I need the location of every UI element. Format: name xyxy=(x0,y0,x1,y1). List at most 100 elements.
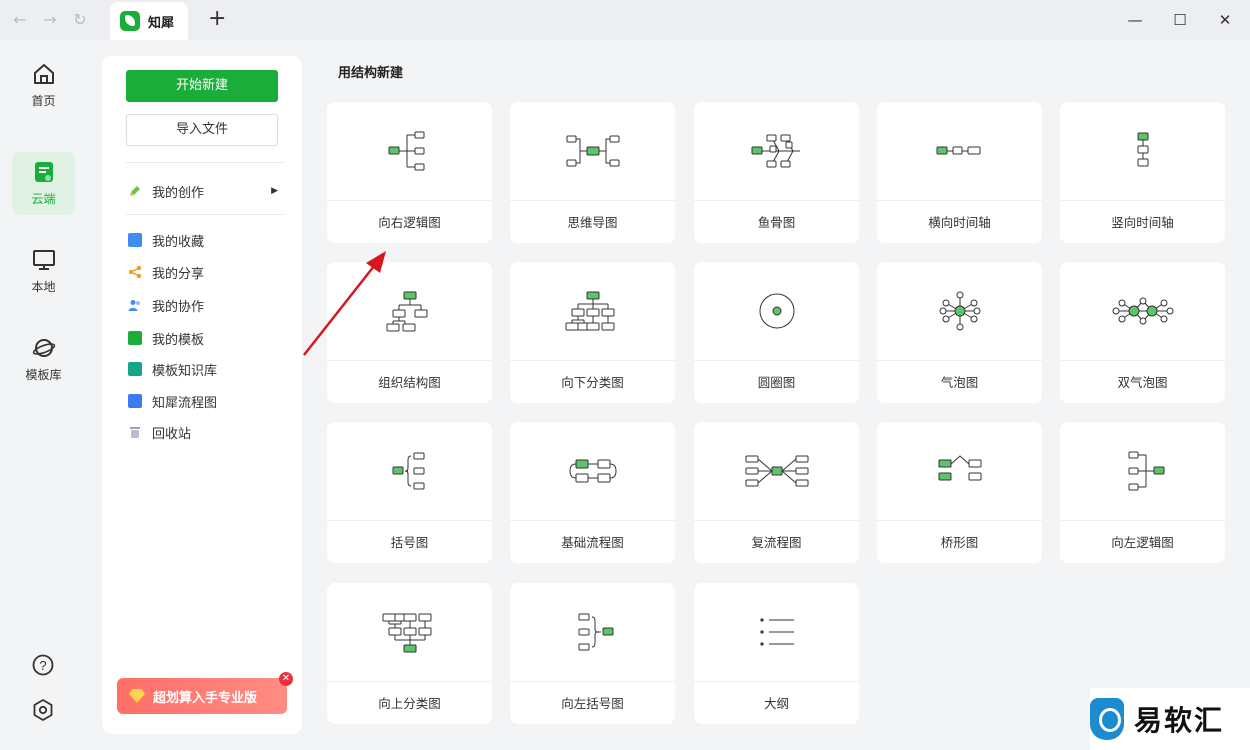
app-logo-icon xyxy=(120,11,140,31)
sidebar-item-knowledge-base[interactable]: 模板知识库 xyxy=(128,357,278,381)
structure-card[interactable]: 桥形图 xyxy=(877,422,1042,563)
circle-map-icon xyxy=(759,293,794,329)
card-preview xyxy=(694,583,859,682)
structure-card[interactable]: 竖向时间轴 xyxy=(1060,102,1225,243)
users-icon xyxy=(128,300,140,311)
structure-card[interactable]: 基础流程图 xyxy=(510,422,675,563)
card-label: 鱼骨图 xyxy=(757,215,796,230)
card-label: 气泡图 xyxy=(940,375,979,390)
mindmap-icon xyxy=(566,135,619,167)
sidebar-item-templates[interactable]: 我的模板 xyxy=(128,326,278,350)
card-preview xyxy=(694,422,859,521)
import-file-button[interactable]: 导入文件 xyxy=(126,114,278,146)
annotation-arrow-icon xyxy=(303,251,386,356)
maximize-button[interactable]: ☐ xyxy=(1170,10,1190,30)
structure-card[interactable]: 向下分类图 xyxy=(510,262,675,403)
template-icon xyxy=(128,331,142,345)
structure-card[interactable]: 复流程图 xyxy=(694,422,859,563)
multi-flow-icon xyxy=(745,455,808,487)
card-label: 向上分类图 xyxy=(378,696,441,711)
card-preview xyxy=(510,422,675,521)
card-label: 竖向时间轴 xyxy=(1111,215,1174,230)
sidebar-item-label: 知犀流程图 xyxy=(152,395,218,411)
fishbone-icon xyxy=(751,134,800,168)
structure-card[interactable]: 横向时间轴 xyxy=(877,102,1042,243)
card-label: 复流程图 xyxy=(751,535,802,550)
new-button[interactable]: 开始新建 xyxy=(126,70,278,102)
card-preview xyxy=(1060,422,1225,521)
rail-label-cloud: 云端 xyxy=(31,192,56,206)
rail-item-templates[interactable]: 模板库 xyxy=(12,328,75,391)
card-preview xyxy=(327,422,492,521)
folder-star-icon xyxy=(128,233,142,247)
section-title: 用结构新建 xyxy=(338,66,404,81)
divider xyxy=(126,214,284,215)
help-icon[interactable]: ? xyxy=(31,653,55,677)
settings-icon[interactable] xyxy=(31,698,55,722)
structure-card[interactable]: 向左逻辑图 xyxy=(1060,422,1225,563)
tab-zhixi[interactable]: 知犀 xyxy=(110,2,188,40)
structure-card[interactable]: 鱼骨图 xyxy=(694,102,859,243)
card-preview xyxy=(877,262,1042,361)
back-icon[interactable]: ← xyxy=(10,10,30,30)
rail-item-cloud[interactable]: 云端 xyxy=(12,152,75,215)
rail-label-templates: 模板库 xyxy=(25,368,62,382)
promo-text: 超划算入手专业版 xyxy=(153,690,258,706)
minimize-button[interactable]: — xyxy=(1125,10,1145,30)
forward-icon[interactable]: → xyxy=(40,10,60,30)
double-bubble-icon xyxy=(1112,297,1173,325)
left-brace-icon xyxy=(578,613,613,651)
bubble-map-icon xyxy=(939,291,980,331)
structure-card[interactable]: 圆圈图 xyxy=(694,262,859,403)
structure-card[interactable]: 思维导图 xyxy=(510,102,675,243)
structure-card[interactable]: 双气泡图 xyxy=(1060,262,1225,403)
close-button[interactable]: ✕ xyxy=(1215,10,1235,30)
card-label: 桥形图 xyxy=(940,535,979,550)
card-preview xyxy=(1060,262,1225,361)
structure-card[interactable]: 气泡图 xyxy=(877,262,1042,403)
refresh-icon[interactable]: ↻ xyxy=(70,10,90,30)
watermark-logo-icon xyxy=(1090,698,1124,740)
left-logic-icon xyxy=(1128,451,1164,491)
sidebar-item-collaboration[interactable]: 我的协作 xyxy=(128,293,278,317)
left-rail: 首页 云端 本地 模板库 ? xyxy=(0,40,86,750)
sidebar-item-my-creation[interactable]: 我的创作 ▶ xyxy=(128,179,278,203)
new-tab-button[interactable]: + xyxy=(208,8,226,30)
card-label: 向左逻辑图 xyxy=(1111,535,1174,550)
card-label: 思维导图 xyxy=(567,215,618,230)
structure-card[interactable]: 向右逻辑图 xyxy=(327,102,492,243)
structure-card[interactable]: 括号图 xyxy=(327,422,492,563)
sidebar-item-label: 我的分享 xyxy=(152,266,205,282)
promo-banner[interactable]: 超划算入手专业版 ✕ xyxy=(117,672,293,714)
card-preview xyxy=(877,422,1042,521)
sidebar-item-favorites[interactable]: 我的收藏 xyxy=(128,228,278,252)
monitor-icon xyxy=(32,250,55,270)
up-tree-icon xyxy=(382,613,431,653)
sidebar-item-trash[interactable]: 回收站 xyxy=(128,420,278,444)
close-icon[interactable]: ✕ xyxy=(279,672,293,686)
bridge-map-icon xyxy=(938,455,981,481)
structure-card[interactable]: 向上分类图 xyxy=(327,583,492,724)
sidebar-item-flowchart[interactable]: 知犀流程图 xyxy=(128,389,278,413)
card-preview xyxy=(694,262,859,361)
rail-label-home: 首页 xyxy=(31,94,56,108)
structure-card[interactable]: 向左括号图 xyxy=(510,583,675,724)
sidebar-item-label: 我的模板 xyxy=(152,332,205,348)
watermark: 易软汇 xyxy=(1090,688,1250,750)
flow-map-icon xyxy=(568,459,617,483)
rail-item-local[interactable]: 本地 xyxy=(12,240,75,303)
outline-icon xyxy=(759,618,794,646)
share-icon xyxy=(128,265,142,279)
structure-card[interactable]: 大纲 xyxy=(694,583,859,724)
card-preview xyxy=(327,102,492,201)
rail-item-home[interactable]: 首页 xyxy=(12,54,75,117)
diamond-icon xyxy=(129,689,145,703)
caret-right-icon: ▶ xyxy=(271,186,278,196)
card-preview xyxy=(510,262,675,361)
sidebar-item-shares[interactable]: 我的分享 xyxy=(128,260,278,284)
card-label: 向右逻辑图 xyxy=(378,215,441,230)
planet-icon xyxy=(32,339,55,357)
flowchart-doc-icon xyxy=(128,394,142,408)
home-icon xyxy=(33,64,54,84)
title-bar: ← → ↻ 知犀 + — ☐ ✕ xyxy=(0,0,1250,40)
